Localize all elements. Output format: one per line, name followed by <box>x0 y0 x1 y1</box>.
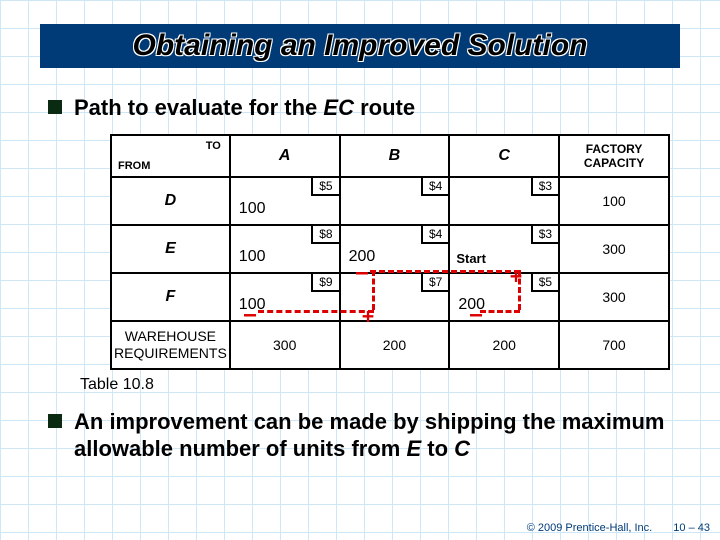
cap-E: 300 <box>559 225 669 273</box>
path-segment-icon <box>480 310 520 313</box>
col-capacity: FACTORY CAPACITY <box>559 135 669 177</box>
copyright: © 2009 Prentice-Hall, Inc. <box>527 522 653 534</box>
cell-F-C: $5200 <box>449 273 559 321</box>
bullet1-post: route <box>354 95 415 120</box>
col-B: B <box>340 135 450 177</box>
req-label: WAREHOUSE REQUIREMENTS <box>111 321 230 369</box>
bullet2-em2: C <box>454 436 470 461</box>
transportation-table: TO FROM A B C FACTORY CAPACITY D $5100 $… <box>110 134 670 370</box>
path-segment-icon <box>370 270 520 273</box>
bullet-square-icon <box>48 100 62 114</box>
to-label: TO <box>206 140 221 152</box>
minus-icon: – <box>470 304 482 324</box>
req-total: 700 <box>559 321 669 369</box>
title-bar: Obtaining an Improved Solution <box>40 18 680 74</box>
minus-icon: – <box>244 304 256 324</box>
table-row: F $9100 $7 $5200 300 <box>111 273 669 321</box>
bullet2-mid: to <box>421 436 454 461</box>
cell-D-C: $3 <box>449 177 559 225</box>
req-C: 200 <box>449 321 559 369</box>
col-A: A <box>230 135 340 177</box>
footer: © 2009 Prentice-Hall, Inc. 10 – 43 <box>527 522 710 534</box>
col-C: C <box>449 135 559 177</box>
page-number: 10 – 43 <box>673 522 710 534</box>
row-F-label: F <box>111 273 230 321</box>
cap-F: 300 <box>559 273 669 321</box>
table-row: E $8100 $4200 $3Start 300 <box>111 225 669 273</box>
bullet1-em: EC <box>323 95 354 120</box>
req-B: 200 <box>340 321 450 369</box>
bullet2-em1: E <box>406 436 421 461</box>
table-row: D $5100 $4 $3 100 <box>111 177 669 225</box>
table-caption: Table 10.8 <box>80 376 690 394</box>
minus-icon: – <box>356 262 368 282</box>
req-A: 300 <box>230 321 340 369</box>
cell-D-B: $4 <box>340 177 450 225</box>
cell-D-A: $5100 <box>230 177 340 225</box>
slide-title: Obtaining an Improved Solution <box>40 18 680 74</box>
plus-icon: + <box>510 266 522 286</box>
row-E-label: E <box>111 225 230 273</box>
bullet-1: Path to evaluate for the EC route <box>48 94 680 122</box>
cell-E-C: $3Start <box>449 225 559 273</box>
plus-icon: + <box>362 306 374 326</box>
corner-cell: TO FROM <box>111 135 230 177</box>
row-D-label: D <box>111 177 230 225</box>
from-label: FROM <box>118 160 150 172</box>
bullet-2: An improvement can be made by shipping t… <box>48 408 680 463</box>
cell-E-A: $8100 <box>230 225 340 273</box>
table-row: WAREHOUSE REQUIREMENTS 300 200 200 700 <box>111 321 669 369</box>
cap-D: 100 <box>559 177 669 225</box>
bullet-square-icon <box>48 414 62 428</box>
path-segment-icon <box>258 310 374 313</box>
bullet1-pre: Path to evaluate for the <box>74 95 323 120</box>
bullet2-a: An improvement can be made by shipping t… <box>74 409 664 462</box>
